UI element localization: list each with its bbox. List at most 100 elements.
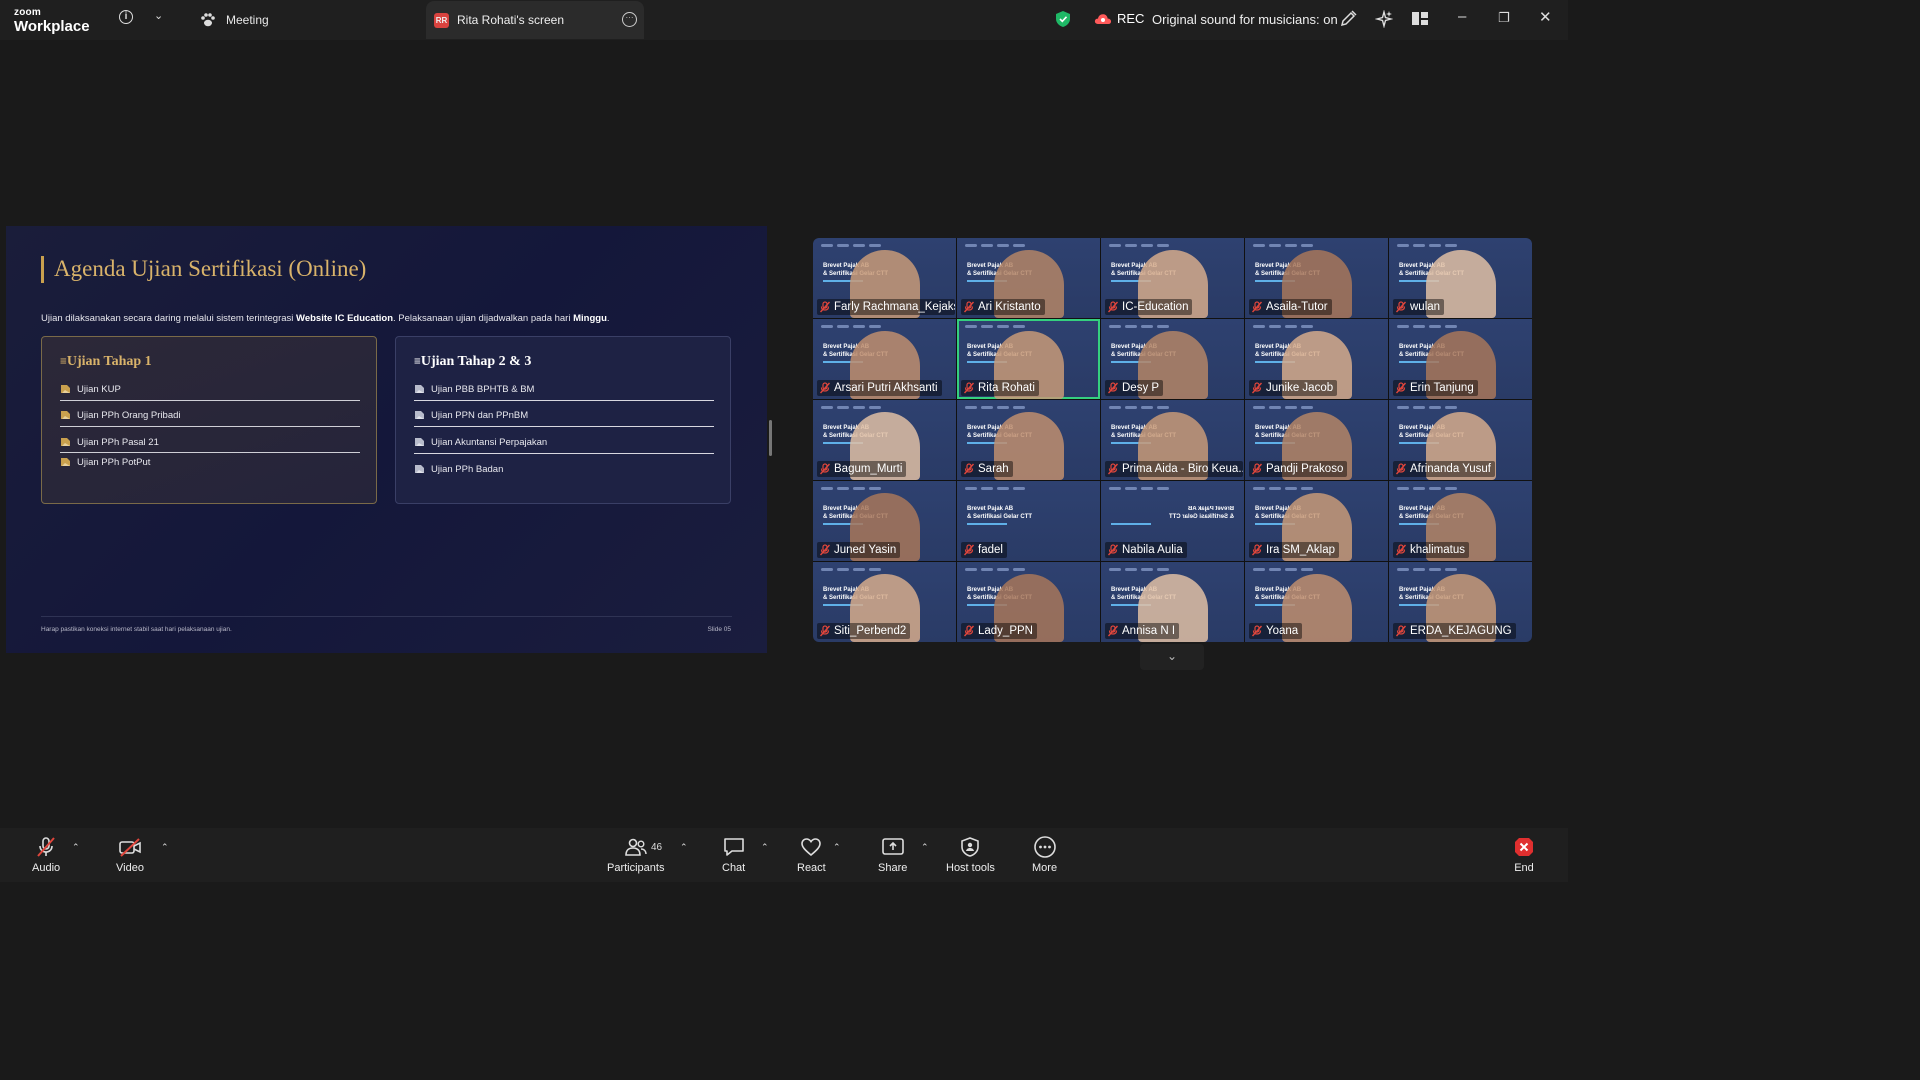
participant-tile[interactable]: Brevet Pajak AB& Sertifikasi Gelar CTTAr… — [813, 319, 956, 399]
meeting-main-area: Agenda Ujian Sertifikasi (Online) Ujian … — [0, 40, 1568, 828]
participant-tile[interactable]: Brevet Pajak AB& Sertifikasi Gelar CTTIr… — [1245, 481, 1388, 561]
list-item-label: Ujian PPh Badan — [431, 464, 504, 475]
info-icon[interactable]: i — [119, 10, 133, 24]
participant-name-label: wulan — [1393, 299, 1445, 315]
close-window-button[interactable]: ✕ — [1539, 8, 1552, 26]
slide-header-logos — [1109, 325, 1236, 330]
card-title-text: Ujian Tahap 1 — [66, 354, 152, 369]
shared-screen-slide[interactable]: Agenda Ujian Sertifikasi (Online) Ujian … — [6, 226, 767, 653]
participant-name: khalimatus — [1410, 544, 1465, 556]
gallery-next-page-button[interactable]: ⌄ — [1140, 644, 1204, 670]
participant-tile[interactable]: Brevet Pajak AB& Sertifikasi Gelar CTTLa… — [957, 562, 1100, 642]
participant-name: Afrinanda Yusuf — [1410, 463, 1491, 475]
zoom-workplace-logo: zoom Workplace — [14, 8, 90, 35]
participant-tile[interactable]: Brevet Pajak AB& Sertifikasi Gelar CTTSa… — [957, 400, 1100, 480]
participant-tile[interactable]: Brevet Pajak AB& Sertifikasi Gelar CTTRi… — [957, 319, 1100, 399]
tab-meeting[interactable]: Meeting — [190, 0, 269, 40]
list-item-label: Ujian PPN dan PPnBM — [431, 410, 529, 421]
participant-gallery: Brevet Pajak AB& Sertifikasi Gelar CTTFa… — [813, 238, 1532, 642]
participants-icon — [624, 838, 647, 856]
participant-name-label: Lady_PPN — [961, 623, 1037, 639]
mic-muted-icon — [963, 463, 975, 475]
participant-tile[interactable]: Brevet Pajak AB& Sertifikasi Gelar CTTPa… — [1245, 400, 1388, 480]
participant-name: IC-Education — [1122, 301, 1189, 313]
participant-tile[interactable]: Brevet Pajak AB& Sertifikasi Gelar CTTwu… — [1389, 238, 1532, 318]
participant-tile[interactable]: Brevet Pajak AB& Sertifikasi Gelar CTTJu… — [1245, 319, 1388, 399]
participant-tile[interactable]: Brevet Pajak AB& Sertifikasi Gelar CTTPr… — [1101, 400, 1244, 480]
ai-companion-icon[interactable] — [1375, 10, 1393, 28]
participant-tile[interactable]: Brevet Pajak AB& Sertifikasi Gelar CTTBa… — [813, 400, 956, 480]
slide-description: Ujian dilaksanakan secara daring melalui… — [41, 313, 610, 324]
pen-annotate-icon[interactable] — [1339, 10, 1357, 28]
participant-tile[interactable]: Brevet Pajak AB& Sertifikasi Gelar CTTSi… — [813, 562, 956, 642]
slide-header-logos — [1253, 487, 1380, 492]
participant-tile[interactable]: Brevet Pajak AB& Sertifikasi Gelar CTTAf… — [1389, 400, 1532, 480]
slide-header-logos — [1109, 487, 1236, 492]
participant-tile[interactable]: Brevet Pajak AB& Sertifikasi Gelar CTTJu… — [813, 481, 956, 561]
share-button[interactable]: Share — [878, 836, 907, 874]
mic-muted-icon — [1107, 463, 1119, 475]
mic-muted-icon — [1251, 301, 1263, 313]
chat-button[interactable]: Chat — [722, 836, 745, 874]
checklist-icon: ≡ — [60, 354, 67, 368]
participant-name-label: Afrinanda Yusuf — [1393, 461, 1495, 477]
end-meeting-button[interactable]: End — [1513, 836, 1535, 874]
list-item: Ujian PPh Pasal 21 — [60, 436, 360, 453]
chat-options-caret[interactable]: ⌃ — [761, 842, 769, 853]
participants-options-caret[interactable]: ⌃ — [680, 842, 688, 853]
participant-tile[interactable]: Brevet Pajak AB& Sertifikasi Gelar CTTER… — [1389, 562, 1532, 642]
participant-name: Yoana — [1266, 625, 1299, 637]
mic-muted-icon — [819, 382, 831, 394]
video-button[interactable]: Video — [116, 836, 144, 874]
list-item-label: Ujian PPh PotPut — [77, 457, 151, 468]
participant-name: Siti_Perbend2 — [834, 625, 907, 637]
tab-shared-screen[interactable]: RR Rita Rohati's screen ··· — [426, 1, 644, 39]
participant-tile[interactable]: Brevet Pajak AB& Sertifikasi Gelar CTTAn… — [1101, 562, 1244, 642]
share-options-caret[interactable]: ⌃ — [921, 842, 929, 853]
participant-name: Bagum_Murti — [834, 463, 903, 475]
card-title: ≡Ujian Tahap 2 & 3 — [414, 354, 531, 370]
slide-header-logos — [1109, 406, 1236, 411]
participant-name-label: khalimatus — [1393, 542, 1469, 558]
participant-name: Junike Jacob — [1266, 382, 1334, 394]
mic-muted-icon — [963, 301, 975, 313]
chevron-down-icon[interactable]: ⌄ — [154, 9, 163, 22]
restore-button[interactable]: ❐ — [1498, 10, 1510, 26]
react-label: React — [797, 862, 826, 874]
participant-tile[interactable]: Brevet Pajak AB& Sertifikasi Gelar CTTAr… — [957, 238, 1100, 318]
list-item: Ujian PPh PotPut — [60, 456, 360, 474]
participant-tile[interactable]: Brevet Pajak AB& Sertifikasi Gelar CTTAs… — [1245, 238, 1388, 318]
participant-tile[interactable]: Brevet Pajak AB & Sertifikasi Gelar CTT fa… — [957, 481, 1100, 561]
react-options-caret[interactable]: ⌃ — [833, 842, 841, 853]
participant-tile[interactable]: Brevet Pajak AB & Sertifikasi Gelar CTT Na… — [1101, 481, 1244, 561]
participant-tile[interactable]: Brevet Pajak AB& Sertifikasi Gelar CTTYo… — [1245, 562, 1388, 642]
more-options-icon[interactable]: ··· — [622, 12, 637, 27]
slide-title: Agenda Ujian Sertifikasi (Online) — [41, 256, 366, 283]
participant-name-label: Annisa N I — [1105, 623, 1180, 639]
view-layout-icon[interactable] — [1411, 10, 1429, 28]
audio-button[interactable]: Audio — [32, 836, 60, 874]
recording-indicator[interactable]: REC — [1094, 11, 1144, 26]
slide-header-logos — [1253, 244, 1380, 249]
participant-tile[interactable]: Brevet Pajak AB& Sertifikasi Gelar CTTIC… — [1101, 238, 1244, 318]
more-button[interactable]: More — [1032, 836, 1057, 874]
host-tools-button[interactable]: Host tools — [946, 836, 995, 874]
participant-tile[interactable]: Brevet Pajak AB& Sertifikasi Gelar CTTkh… — [1389, 481, 1532, 561]
original-sound-status[interactable]: Original sound for musicians: on — [1152, 12, 1338, 27]
audio-options-caret[interactable]: ⌃ — [72, 842, 80, 853]
card-ujian-tahap-2-3: ≡Ujian Tahap 2 & 3 Ujian PBB BPHTB & BM … — [395, 336, 731, 504]
paw-icon — [201, 13, 215, 27]
list-item-label: Ujian PPh Orang Pribadi — [77, 410, 181, 421]
end-label: End — [1514, 862, 1534, 874]
participant-tile[interactable]: Brevet Pajak AB& Sertifikasi Gelar CTTFa… — [813, 238, 956, 318]
video-options-caret[interactable]: ⌃ — [161, 842, 169, 853]
participant-tile[interactable]: Brevet Pajak AB& Sertifikasi Gelar CTTDe… — [1101, 319, 1244, 399]
participant-name-label: Ari Kristanto — [961, 299, 1045, 315]
chat-icon — [723, 838, 744, 856]
minimize-button[interactable]: – — [1458, 8, 1466, 25]
split-resize-handle[interactable] — [769, 420, 772, 456]
participant-tile[interactable]: Brevet Pajak AB& Sertifikasi Gelar CTTEr… — [1389, 319, 1532, 399]
mic-muted-icon — [1107, 544, 1119, 556]
encryption-shield-icon[interactable] — [1056, 11, 1070, 27]
react-button[interactable]: React — [797, 836, 826, 874]
